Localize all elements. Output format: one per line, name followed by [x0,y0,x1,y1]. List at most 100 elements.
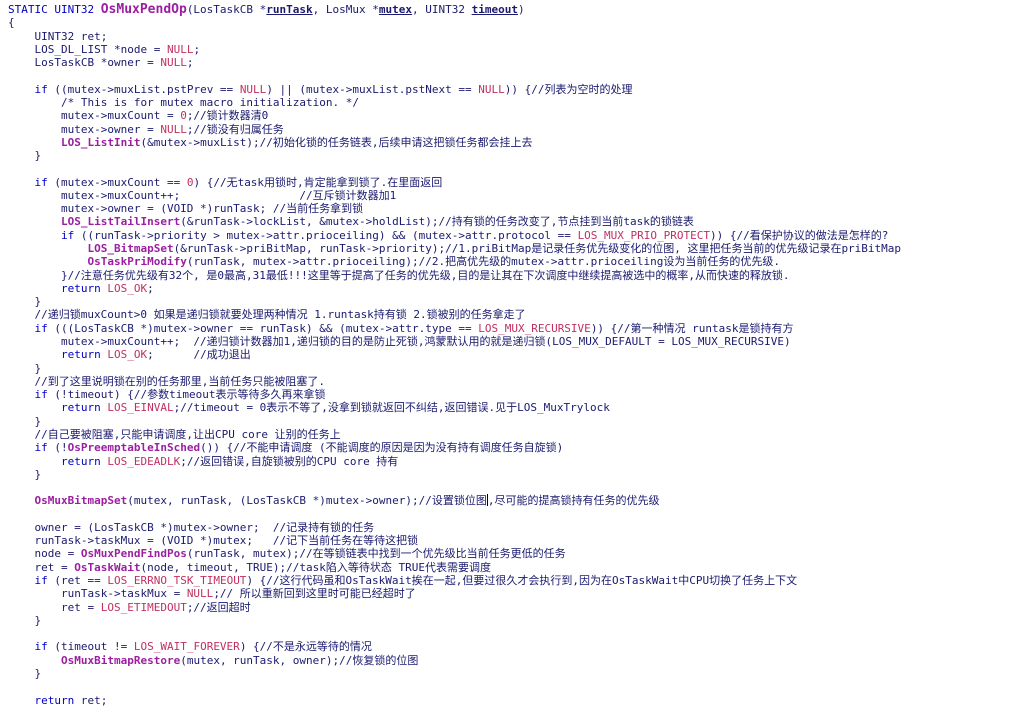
code-line[interactable]: if (((LosTaskCB *)mutex->owner == runTas… [8,322,794,335]
code-line[interactable]: ret = LOS_ETIMEDOUT;//返回超时 [8,601,251,614]
code-token: { [8,16,15,30]
code-token: //递归锁muxCount>0 如果是递归锁就要处理两种情况 1.runtask… [8,308,526,322]
code-line[interactable]: mutex->muxCount++; //递归锁计数器加1,递归锁的目的是防止死… [8,335,791,348]
code-line[interactable]: } [8,149,41,162]
code-token: (mutex->muxCount == [47,175,187,189]
code-token: mutex [378,3,413,16]
code-line[interactable]: UINT32 ret; [8,30,107,43]
code-line[interactable]: ret = OsTaskWait(node, timeout, TRUE);//… [8,561,491,574]
code-line[interactable]: runTask->taskMux = NULL;// 所以重新回到这里时可能已经… [8,587,416,600]
code-token: LOS_ERRNO_TSK_TIMEOUT [107,574,247,588]
code-line[interactable]: mutex->owner = (VOID *)runTask; //当前任务拿到… [8,202,363,215]
code-line[interactable]: runTask->taskMux = (VOID *)mutex; //记下当前… [8,534,418,547]
code-line[interactable]: //递归锁muxCount>0 如果是递归锁就要处理两种情况 1.runtask… [8,308,526,322]
code-token: (timeout != [47,640,134,654]
code-token: LOS_ListInit [60,135,141,149]
code-line[interactable]: return LOS_EDEADLK;//返回错误,自旋锁被别的CPU core… [8,455,398,468]
code-line[interactable]: mutex->muxCount++; //互斥锁计数器加1 [8,189,396,202]
code-token: ;//返回超时 [186,600,251,614]
code-token: return [60,401,101,415]
code-line[interactable]: } [8,667,41,680]
code-line[interactable]: OsMuxBitmapSet(mutex, runTask, (LosTaskC… [8,494,659,507]
code-token: LOS_MUX_PRIO_PROTECT [577,228,711,242]
code-line[interactable]: OsTaskPriModify(runTask, mutex->attr.pri… [8,255,780,268]
code-line[interactable]: return ret; [8,694,108,707]
code-token: ;//锁没有归属任务 [186,122,284,136]
code-token: ;//锁计数器清0 [186,109,269,123]
code-token: return [60,281,101,295]
code-line[interactable]: if ((runTask->priority > mutex->attr.pri… [8,229,888,242]
code-token: UINT32 ret; [8,29,108,43]
code-line[interactable]: //到了这里说明锁在别的任务那里,当前任务只能被阻塞了. [8,375,325,388]
code-token: runTask->taskMux = [8,587,187,601]
code-token: ;//返回错误,自旋锁被别的CPU core 持有 [180,454,399,468]
code-line[interactable]: if (!timeout) {//参数timeout表示等待多久再来拿锁 [8,388,326,402]
code-token: STATIC UINT32 [8,3,101,16]
code-token: node = [8,547,81,561]
code-token: ; [147,281,154,295]
code-token: ((runTask->priority > mutex->attr.prioce… [74,228,578,242]
code-token: ret = [8,560,75,574]
code-line[interactable]: { [8,16,15,29]
code-token: return [60,348,101,362]
code-token: ; [186,56,194,70]
code-token: mutex->muxCount = [8,109,181,123]
code-token: (&runTask->lockList, &mutex->holdList);/… [180,215,694,229]
code-line[interactable]: }//注意任务优先级有32个, 是0最高,31最低!!!这里等于提高了任务的优先… [8,269,790,282]
code-line[interactable]: mutex->owner = NULL;//锁没有归属任务 [8,123,284,136]
code-line[interactable]: OsMuxBitmapRestore(mutex, runTask, owner… [8,654,418,667]
code-line[interactable]: } [8,362,41,375]
code-line[interactable]: return LOS_OK; [8,282,154,295]
code-line[interactable]: LOS_ListInit(&mutex->muxList);//初始化锁的任务链… [8,136,533,149]
code-token: OsMuxBitmapRestore [60,653,181,667]
code-token: } [8,667,42,680]
code-line[interactable]: return LOS_OK; //成功退出 [8,348,251,361]
code-token: return [60,454,101,468]
code-token: ,尽可能的提高锁持有任务的优先级 [487,494,660,508]
code-token: /* This is for mutex macro initializatio… [8,95,359,109]
code-line[interactable]: LOS_DL_LIST *node = NULL; [8,43,200,56]
code-line[interactable]: if (mutex->muxCount == 0) {//无task用锁时,肯定… [8,175,443,189]
code-token: runTask [266,3,313,16]
code-token: NULL [478,82,505,96]
code-line[interactable]: //自己要被阻塞,只能申请调度,让出CPU core 让别的任务上 [8,428,340,441]
code-line[interactable]: node = OsMuxPendFindPos(runTask, mutex);… [8,547,565,561]
code-line[interactable]: owner = (LosTaskCB *)mutex->owner; //记录持… [8,521,374,534]
code-line[interactable]: if (ret == LOS_ERRNO_TSK_TIMEOUT) {//这行代… [8,574,798,588]
code-token: (&runTask->priBitMap, runTask->priority)… [173,242,902,256]
code-token: LOS_BitmapSet [87,242,174,256]
code-line[interactable]: LOS_BitmapSet(&runTask->priBitMap, runTa… [8,242,901,255]
code-line[interactable]: LOS_ListTailInsert(&runTask->lockList, &… [8,215,694,228]
code-editor[interactable]: STATIC UINT32 OsMuxPendOp(LosTaskCB *run… [0,0,1021,711]
code-token: } [8,414,42,428]
code-token: if [34,388,48,402]
code-line[interactable]: } [8,295,41,308]
code-line[interactable]: } [8,468,41,481]
code-line[interactable]: } [8,415,41,428]
code-token: )) {//第一种情况 runtask是锁持有方 [590,321,794,335]
code-token: owner = (LosTaskCB *)mutex->owner; //记录持… [8,520,375,534]
code-token: OsMuxPendFindPos [80,547,187,561]
code-line[interactable]: return LOS_EINVAL;//timeout = 0表示不等了,没拿到… [8,401,610,414]
code-line[interactable]: STATIC UINT32 OsMuxPendOp(LosTaskCB *run… [8,3,525,16]
code-token: LOS_EDEADLK [107,454,181,468]
code-token: if [34,574,48,588]
code-line[interactable]: if (timeout != LOS_WAIT_FOREVER) {//不是永远… [8,640,372,653]
code-line[interactable]: if ((mutex->muxList.pstPrev == NULL) || … [8,82,633,96]
code-line[interactable]: /* This is for mutex macro initializatio… [8,96,359,109]
code-line[interactable]: if (!OsPreemptableInSched()) {//不能申请调度 (… [8,441,564,454]
code-token: } [8,467,42,481]
code-token: if [34,640,48,654]
code-line[interactable]: LosTaskCB *owner = NULL; [8,56,193,69]
code-token: LOS_EINVAL [107,401,174,415]
code-line[interactable]: mutex->muxCount = 0;//锁计数器清0 [8,109,268,122]
code-line[interactable]: } [8,614,41,627]
code-token: LOS_OK [107,348,148,362]
